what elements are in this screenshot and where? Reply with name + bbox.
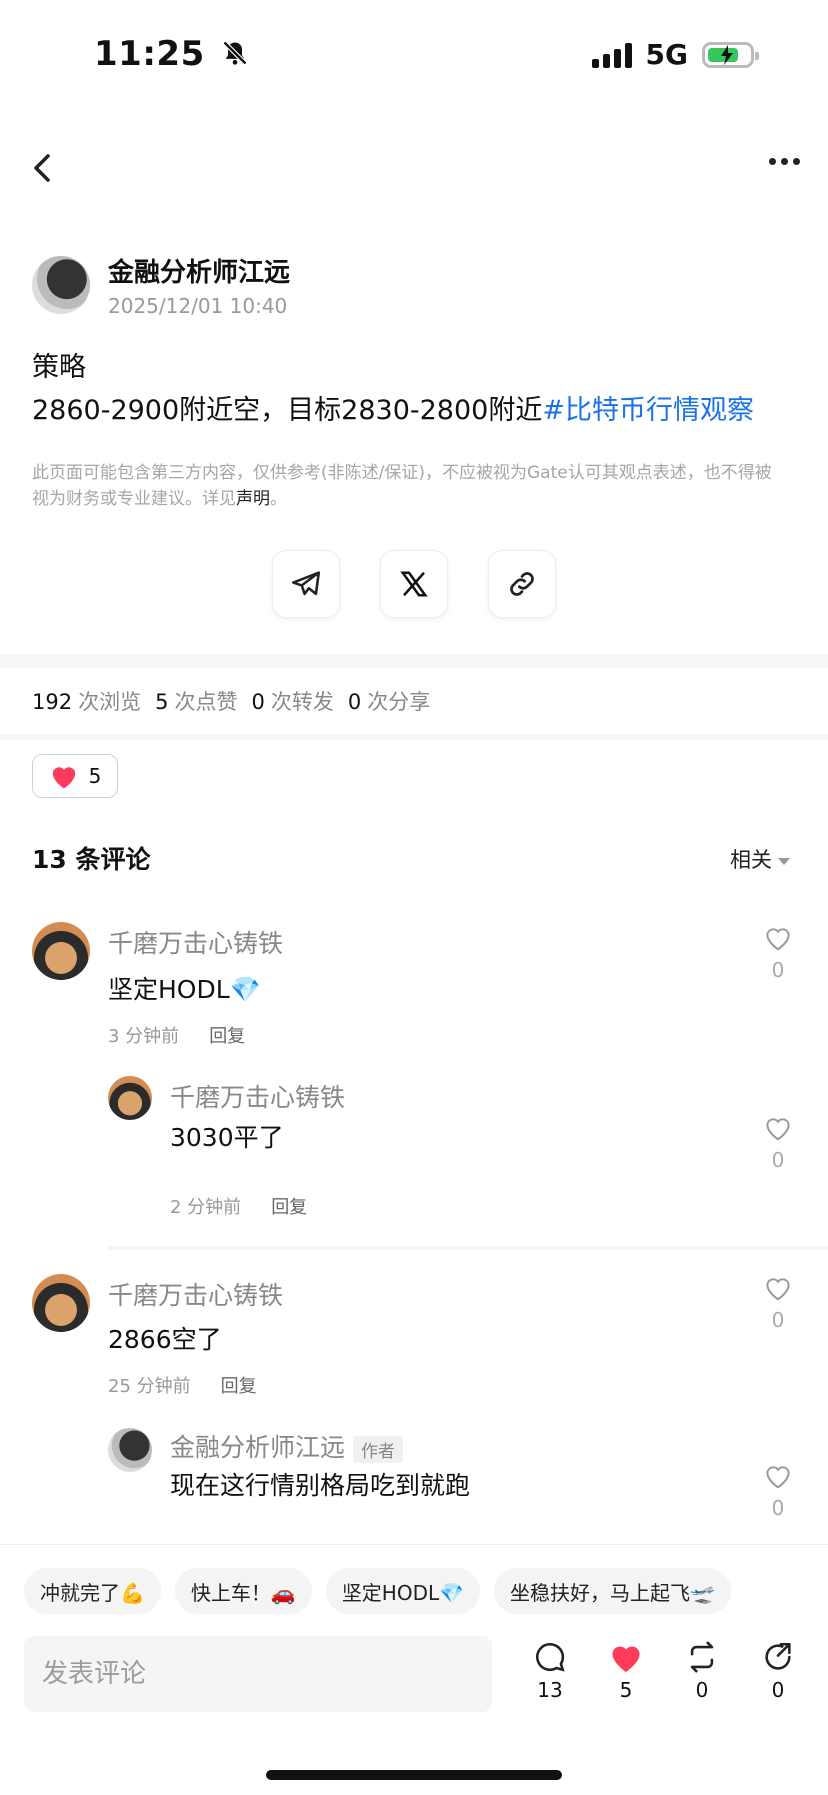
quick-reply-chip[interactable]: 冲就完了💪	[24, 1568, 161, 1614]
post-content: 策略 2860-2900附近空，目标2830-2800附近#比特币行情观察	[32, 346, 812, 432]
x-icon	[400, 571, 428, 597]
comment-text: 2866空了	[108, 1325, 222, 1354]
like-action[interactable]: 5	[596, 1640, 656, 1702]
heart-outline-icon	[766, 1118, 790, 1141]
cellular-signal-icon	[591, 42, 632, 68]
share-row	[272, 550, 556, 618]
post-line-1: 策略	[32, 352, 86, 383]
comments-action[interactable]: 13	[520, 1640, 580, 1702]
comment-like-button[interactable]: 0	[758, 1274, 798, 1332]
share-arrow-icon	[765, 1642, 791, 1670]
bottom-bar-divider	[0, 1544, 828, 1545]
commenter-avatar[interactable]	[108, 1076, 152, 1120]
commenter-avatar[interactable]	[32, 1274, 90, 1332]
author-name[interactable]: 金融分析师江远	[108, 252, 290, 289]
reply-button[interactable]: 回复	[209, 1022, 245, 1048]
hashtag-link[interactable]: #比特币行情观察	[542, 395, 754, 426]
reply-button[interactable]: 回复	[271, 1193, 307, 1219]
reply-button[interactable]: 回复	[221, 1372, 257, 1398]
comment-like-button[interactable]: 0	[758, 924, 798, 982]
quick-reply-chip[interactable]: 坚定HODL💎	[325, 1568, 481, 1614]
disclaimer: 此页面可能包含第三方内容，仅供参考(非陈述/保证)，不应被视为Gate认可其观点…	[32, 463, 772, 509]
copy-link-button[interactable]	[488, 550, 556, 618]
comment-meta: 25 分钟前 回复	[108, 1372, 257, 1398]
caret-down-icon	[778, 857, 790, 865]
commenter-avatar[interactable]	[32, 922, 90, 980]
share-action[interactable]: 0	[748, 1640, 808, 1702]
comments-title: 13 条评论	[32, 845, 151, 874]
commenter-name[interactable]: 千磨万击心铸铁	[108, 1276, 283, 1312]
section-divider	[0, 654, 828, 668]
author-reply-avatar[interactable]	[108, 1428, 152, 1472]
home-indicator[interactable]	[266, 1770, 562, 1780]
quick-reply-chip[interactable]: 坐稳扶好，马上起飞🛫	[494, 1568, 731, 1614]
comment-text: 现在这行情别格局吃到就跑	[170, 1471, 471, 1500]
heart-outline-icon	[766, 1466, 790, 1489]
mute-bell-icon	[221, 36, 249, 76]
post-stats: 192 次浏览 5 次点赞 0 次转发 0 次分享	[32, 690, 431, 714]
comment-text: 3030平了	[170, 1123, 284, 1152]
author-avatar[interactable]	[32, 256, 90, 314]
battery-charging-icon	[702, 41, 759, 68]
comment-meta: 2 分钟前 回复	[170, 1193, 307, 1219]
post-timestamp: 2025/12/01 10:40	[108, 294, 288, 318]
repost-icon	[690, 1641, 714, 1673]
author-badge: 作者	[353, 1435, 404, 1463]
quick-replies: 冲就完了💪 快上车！🚗 坚定HODL💎 坐稳扶好，马上起飞🛫	[24, 1568, 731, 1614]
commenter-name: 金融分析师江远 作者	[170, 1428, 404, 1464]
telegram-icon	[291, 571, 321, 596]
repost-action[interactable]: 0	[672, 1640, 732, 1702]
commenter-name[interactable]: 千磨万击心铸铁	[108, 924, 283, 960]
heart-outline-icon	[766, 928, 790, 951]
share-telegram-button[interactable]	[272, 550, 340, 618]
status-time: 11:25	[94, 34, 249, 76]
comment-like-button[interactable]: 0	[758, 1462, 798, 1520]
more-options-button[interactable]	[769, 158, 800, 165]
status-indicators: 5G	[591, 38, 759, 71]
heart-filled-icon	[612, 1646, 640, 1672]
share-x-button[interactable]	[380, 550, 448, 618]
chevron-left-icon	[34, 154, 50, 182]
heart-outline-icon	[766, 1278, 790, 1301]
network-type: 5G	[645, 38, 688, 71]
disclaimer-link[interactable]: 声明	[236, 489, 270, 509]
comment-input[interactable]	[24, 1636, 492, 1712]
link-icon	[510, 572, 534, 596]
comment-divider	[108, 1246, 828, 1250]
more-dots-icon	[769, 158, 776, 165]
comment-like-button[interactable]: 0	[758, 1114, 798, 1172]
commenter-name[interactable]: 千磨万击心铸铁	[170, 1078, 345, 1114]
heart-filled-icon	[52, 767, 75, 789]
comment-meta: 3 分钟前 回复	[108, 1022, 245, 1048]
like-button[interactable]: 5	[32, 754, 118, 798]
section-divider	[0, 734, 828, 740]
back-button[interactable]	[26, 146, 66, 190]
comment-text: 坚定HODL💎	[108, 975, 261, 1004]
post-line-2: 2860-2900附近空，目标2830-2800附近#比特币行情观察	[32, 395, 754, 426]
comment-bubble-icon	[536, 1642, 565, 1672]
sort-dropdown[interactable]: 相关	[730, 844, 790, 874]
quick-reply-chip[interactable]: 快上车！🚗	[174, 1568, 312, 1614]
